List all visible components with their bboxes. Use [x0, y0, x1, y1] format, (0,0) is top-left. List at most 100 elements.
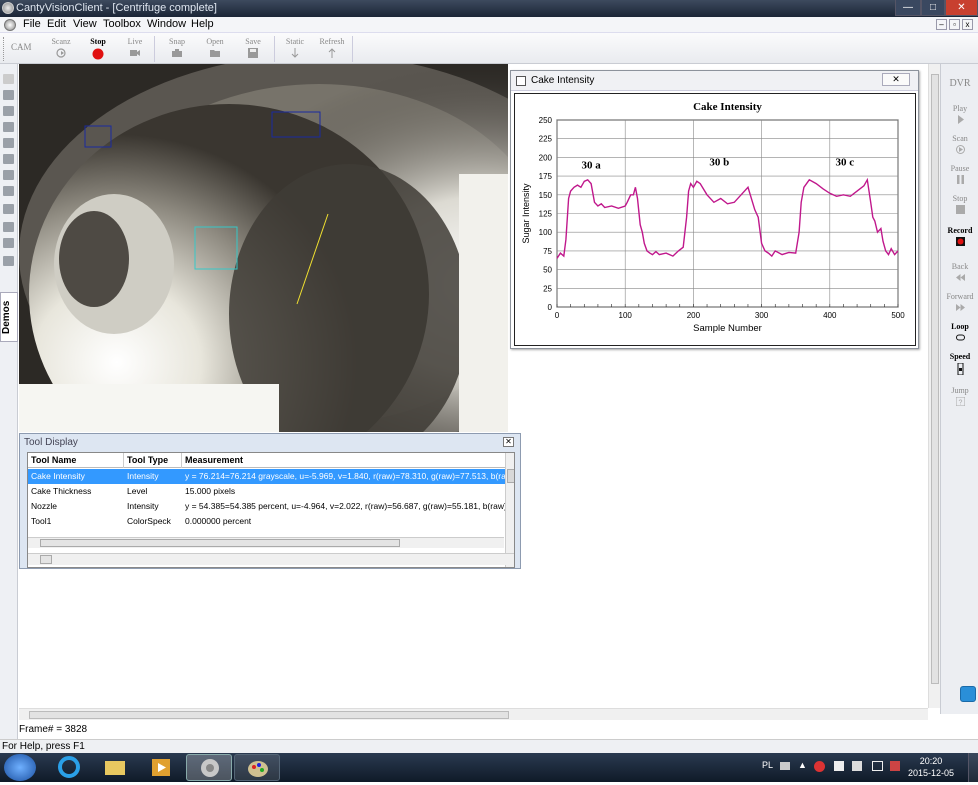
chart-window-close-button[interactable]: ✕ — [882, 73, 910, 86]
mdi-minimize-button[interactable]: – — [936, 19, 947, 30]
app-menu-icon[interactable] — [4, 19, 16, 31]
menu-toolbox[interactable]: Toolbox — [103, 18, 141, 30]
scrollbar-thumb[interactable] — [40, 555, 52, 564]
cake-intensity-chart: 0 25 50 75 100 125 150 175 200 225 250 0 100 200 300 40… — [521, 101, 905, 334]
cam-label: CAM — [11, 42, 32, 52]
list-tool-icon[interactable] — [3, 238, 14, 248]
rectangle-tool-icon[interactable] — [3, 90, 14, 100]
y-tick-label: 200 — [539, 153, 553, 162]
fast-forward-icon — [955, 304, 965, 311]
dvr-panel: DVR Play Scan Pause Stop Record Back For… — [940, 64, 978, 714]
menu-help[interactable]: Help — [191, 18, 214, 30]
close-button[interactable]: ✕ — [945, 0, 978, 16]
mdi-restore-button[interactable]: ▫ — [949, 19, 960, 30]
scrollbar-thumb[interactable] — [40, 539, 400, 547]
live-button[interactable]: Live — [118, 37, 152, 58]
arrow-down-icon — [291, 48, 299, 58]
level-tool-icon[interactable] — [3, 138, 14, 148]
dvr-speed-control[interactable]: Speed — [941, 352, 978, 375]
shape-tool-icon[interactable] — [3, 222, 14, 232]
measure-tool-icon[interactable] — [3, 170, 14, 180]
area-tool-icon[interactable] — [3, 186, 14, 196]
scrollbar-thumb[interactable] — [29, 711, 509, 719]
table-vertical-scrollbar[interactable] — [505, 453, 514, 567]
taskbar-media-button[interactable] — [138, 754, 184, 781]
x-axis-label: Sample Number — [693, 323, 762, 334]
windows-flag-icon[interactable] — [834, 761, 844, 771]
dvr-record-button[interactable]: Record — [941, 226, 978, 246]
table-inner-hscrollbar[interactable] — [28, 537, 504, 548]
table-outer-hscrollbar[interactable] — [28, 553, 514, 565]
dvr-back-label: Back — [951, 262, 969, 271]
table-row[interactable]: Cake Intensity Intensity y = 76.214=76.2… — [28, 469, 506, 484]
snap-button[interactable]: Snap — [160, 37, 194, 58]
chart-window-title: Cake Intensity — [531, 75, 595, 86]
group-tool-icon[interactable] — [3, 122, 14, 132]
taskbar-paint-button[interactable] — [234, 754, 280, 781]
tool-type-cell: Intensity — [127, 471, 159, 481]
refresh-label: Refresh — [319, 37, 345, 46]
pointer-tool-icon[interactable] — [3, 74, 14, 84]
start-button[interactable] — [4, 754, 36, 781]
scan-button[interactable]: Scanz — [44, 37, 78, 58]
dvr-forward-button[interactable]: Forward — [941, 292, 978, 312]
demos-tab[interactable]: Demos — [0, 292, 18, 342]
annotation-label: 30 a — [581, 160, 601, 172]
menu-edit[interactable]: Edit — [47, 18, 66, 30]
tool-display-close-button[interactable]: ✕ — [503, 437, 514, 447]
taskbar-cantyvision-button[interactable] — [186, 754, 232, 781]
camera-view[interactable] — [19, 64, 508, 432]
menu-file[interactable]: File — [23, 18, 41, 30]
column-header-measurement[interactable]: Measurement — [185, 455, 505, 465]
network-icon[interactable] — [872, 761, 883, 771]
flag-tool-icon[interactable] — [3, 256, 14, 266]
maximize-button[interactable]: □ — [921, 0, 945, 16]
jump-icon: ? — [955, 397, 965, 406]
taskbar-ie-button[interactable] — [46, 754, 92, 781]
dvr-scan-button[interactable]: Scan — [941, 134, 978, 154]
keyboard-icon[interactable] — [780, 762, 790, 770]
help-assistant-icon[interactable] — [960, 686, 976, 702]
minimize-button[interactable]: — — [895, 0, 921, 16]
scrollbar-thumb[interactable] — [931, 74, 939, 684]
dvr-loop-button[interactable]: Loop — [941, 322, 978, 342]
scan-icon — [955, 145, 965, 154]
save-button[interactable]: Save — [236, 37, 270, 58]
speck-tool-icon[interactable] — [3, 204, 14, 214]
main-horizontal-scrollbar[interactable] — [19, 708, 928, 720]
chart-window: Cake Intensity ✕ 0 25 50 75 100 125 150 175 200 2… — [510, 70, 919, 349]
open-button[interactable]: Open — [198, 37, 232, 58]
refresh-button[interactable]: Refresh — [315, 37, 349, 58]
volume-icon[interactable] — [890, 761, 900, 771]
dvr-pause-button[interactable]: Pause — [941, 164, 978, 184]
main-vertical-scrollbar[interactable] — [928, 64, 940, 708]
column-header-tool-name[interactable]: Tool Name — [31, 455, 123, 465]
column-header-tool-type[interactable]: Tool Type — [127, 455, 181, 465]
y-tick-label: 100 — [539, 228, 553, 237]
dvr-jump-button[interactable]: Jump ? — [941, 386, 978, 406]
table-row[interactable]: Nozzle Intensity y = 54.385=54.385 perce… — [28, 499, 506, 514]
language-indicator[interactable]: PL — [762, 760, 773, 770]
action-center-icon[interactable] — [852, 761, 862, 771]
dvr-stop-button[interactable]: Stop — [941, 194, 978, 214]
pattern-tool-icon[interactable] — [3, 154, 14, 164]
show-hidden-icons-arrow[interactable]: ▲ — [798, 760, 807, 770]
clock[interactable]: 20:20 2015-12-05 — [908, 755, 954, 779]
tool-display-panel: Tool Display ✕ Tool Name Tool Type Measu… — [19, 433, 521, 569]
show-desktop-button[interactable] — [968, 753, 978, 782]
security-icon[interactable] — [814, 761, 825, 772]
static-button[interactable]: Static — [278, 37, 312, 58]
stop-button[interactable]: Stop — [81, 37, 115, 60]
pencil-tool-icon[interactable] — [3, 106, 14, 116]
x-tick-label: 300 — [755, 311, 769, 320]
menu-view[interactable]: View — [73, 18, 97, 30]
scrollbar-thumb[interactable] — [507, 469, 514, 483]
table-row[interactable]: Cake Thickness Level 15.000 pixels — [28, 484, 506, 499]
dvr-back-button[interactable]: Back — [941, 262, 978, 282]
dvr-play-button[interactable]: Play — [941, 104, 978, 124]
table-row[interactable]: Tool1 ColorSpeck 0.000000 percent — [28, 514, 506, 529]
menu-window[interactable]: Window — [147, 18, 186, 30]
taskbar-explorer-button[interactable] — [92, 754, 138, 781]
mdi-close-button[interactable]: x — [962, 19, 973, 30]
arrow-up-icon — [328, 48, 336, 58]
